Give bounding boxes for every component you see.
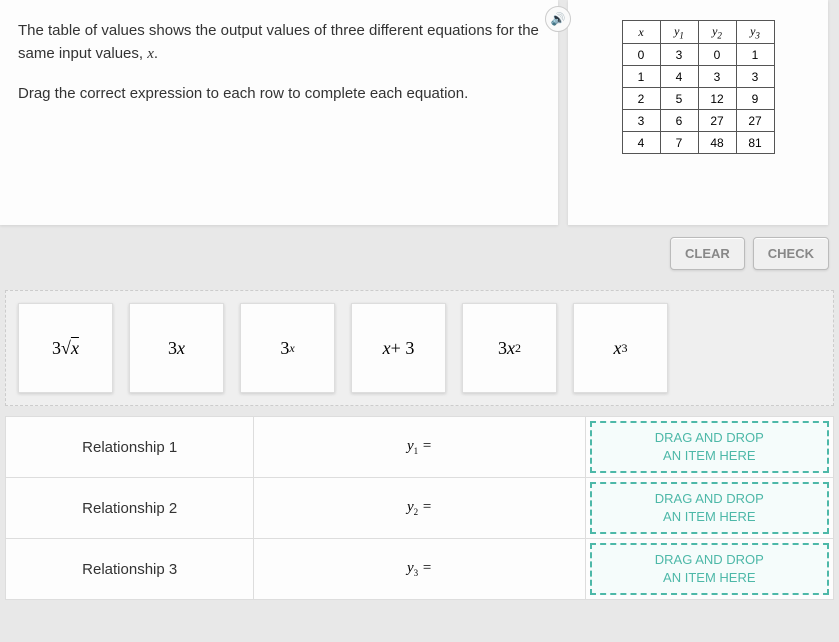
dropzone-1[interactable]: DRAG AND DROP AN ITEM HERE (590, 421, 829, 473)
table-header-row: x y1 y2 y3 (622, 21, 774, 44)
relationship-2-label: Relationship 2 (6, 478, 254, 539)
relationship-1-label: Relationship 1 (6, 417, 254, 478)
dropzone-line-1: DRAG AND DROP (655, 551, 764, 569)
problem-var: x (147, 46, 154, 62)
tile-x-cubed[interactable]: x3 (573, 303, 668, 393)
check-button[interactable]: CHECK (753, 237, 829, 270)
relationship-1-equation: y1 = (254, 417, 585, 478)
speaker-icon: 🔊 (551, 12, 566, 26)
relationship-2-equation: y2 = (254, 478, 585, 539)
dropzone-3[interactable]: DRAG AND DROP AN ITEM HERE (590, 543, 829, 595)
tile-3-sqrt-x[interactable]: 3√x (18, 303, 113, 393)
problem-line-1a: The table of values shows the output val… (18, 22, 539, 39)
relationship-row-1: Relationship 1 y1 = DRAG AND DROP AN ITE… (6, 417, 834, 478)
dropzone-line-2: AN ITEM HERE (663, 569, 755, 587)
table-row: 25129 (622, 88, 774, 110)
problem-panel: 🔊 The table of values shows the output v… (0, 0, 558, 225)
table-row: 474881 (622, 132, 774, 154)
relationship-row-3: Relationship 3 y3 = DRAG AND DROP AN ITE… (6, 539, 834, 600)
dropzone-2[interactable]: DRAG AND DROP AN ITEM HERE (590, 482, 829, 534)
header-y3: y3 (736, 21, 774, 44)
table-row: 1433 (622, 66, 774, 88)
dropzone-line-1: DRAG AND DROP (655, 429, 764, 447)
tile-3x[interactable]: 3x (129, 303, 224, 393)
relationship-3-label: Relationship 3 (6, 539, 254, 600)
values-table: x y1 y2 y3 0301 1433 25129 362727 474881 (622, 20, 775, 154)
problem-text: The table of values shows the output val… (18, 20, 540, 106)
table-row: 0301 (622, 44, 774, 66)
tiles-container: 3√x 3x 3x x + 3 3x2 x3 (5, 290, 834, 406)
problem-line-1b: same input values, (18, 45, 147, 62)
audio-button[interactable]: 🔊 (545, 6, 571, 32)
action-buttons: CLEAR CHECK (0, 225, 839, 282)
relationship-row-2: Relationship 2 y2 = DRAG AND DROP AN ITE… (6, 478, 834, 539)
tile-3x-squared[interactable]: 3x2 (462, 303, 557, 393)
table-panel: x y1 y2 y3 0301 1433 25129 362727 474881 (568, 0, 828, 225)
header-y2: y2 (698, 21, 736, 44)
clear-button[interactable]: CLEAR (670, 237, 745, 270)
dropzone-line-2: AN ITEM HERE (663, 447, 755, 465)
table-row: 362727 (622, 110, 774, 132)
dropzone-line-1: DRAG AND DROP (655, 490, 764, 508)
problem-period: . (154, 45, 158, 62)
tile-x-plus-3[interactable]: x + 3 (351, 303, 446, 393)
header-y1: y1 (660, 21, 698, 44)
relationships-table: Relationship 1 y1 = DRAG AND DROP AN ITE… (5, 416, 834, 600)
tile-3-to-x[interactable]: 3x (240, 303, 335, 393)
problem-line-2: Drag the correct expression to each row … (18, 83, 540, 106)
header-x: x (622, 21, 660, 44)
relationship-3-equation: y3 = (254, 539, 585, 600)
dropzone-line-2: AN ITEM HERE (663, 508, 755, 526)
